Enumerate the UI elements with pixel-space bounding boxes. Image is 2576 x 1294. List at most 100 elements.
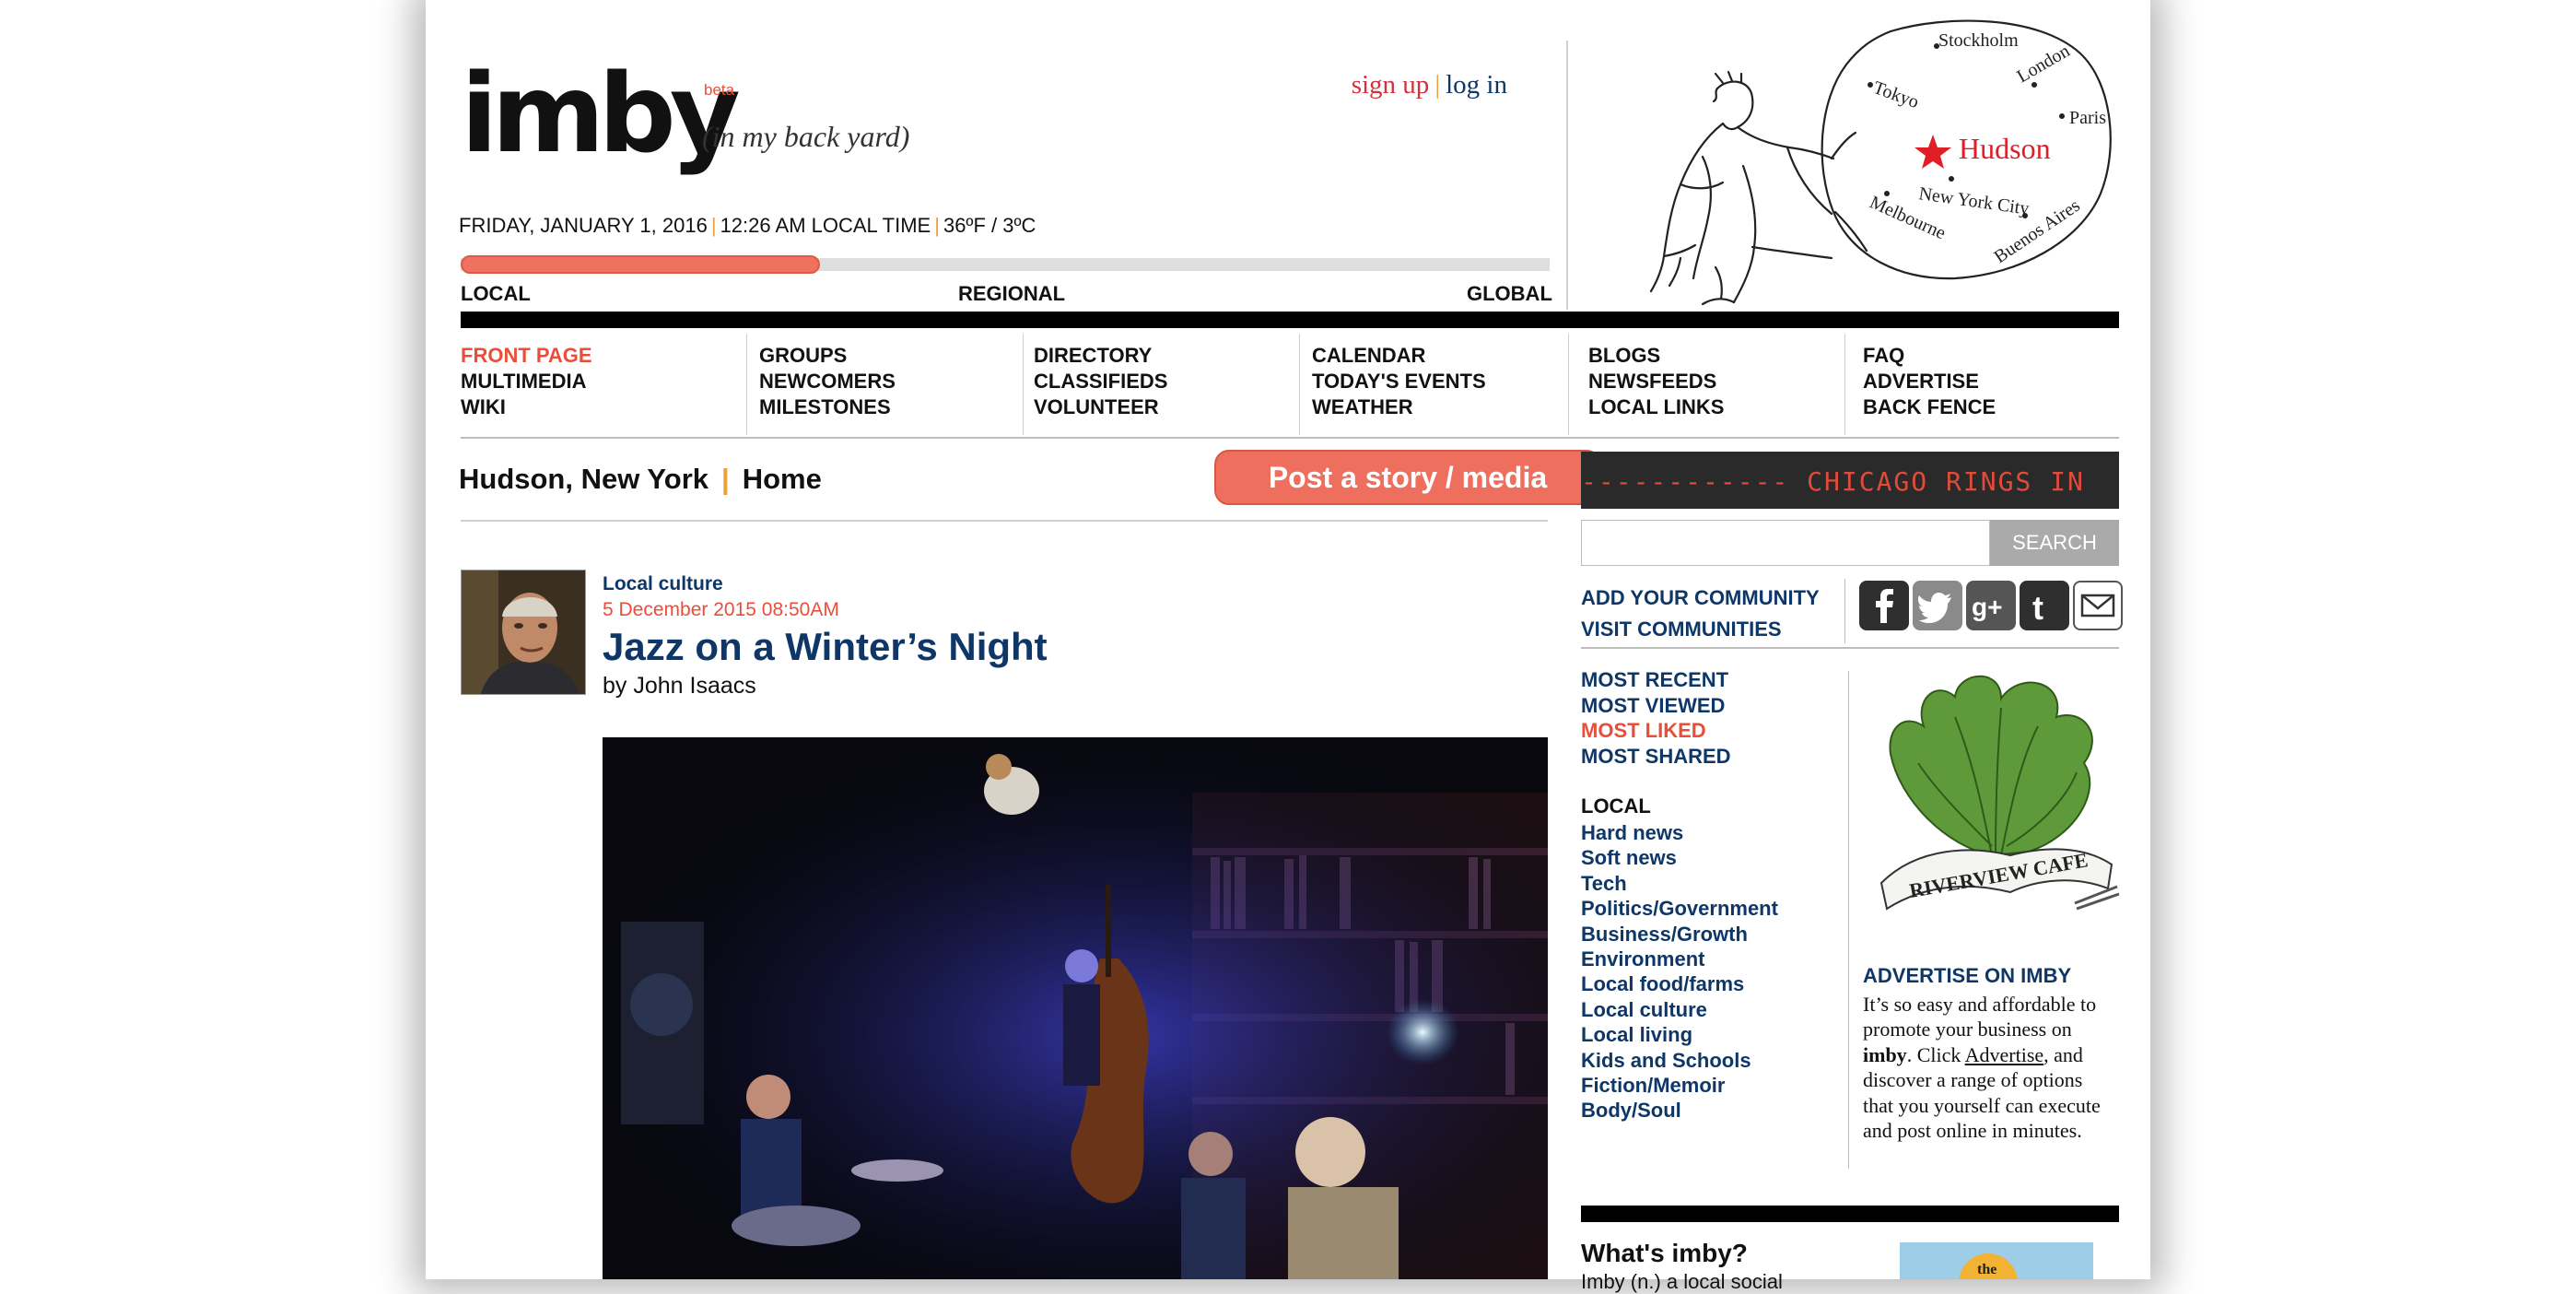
nav-column-4: CALENDAR TODAY'S EVENTS WEATHER (1312, 343, 1486, 420)
sign-up-link[interactable]: sign up (1352, 70, 1430, 100)
scope-global-label[interactable]: GLOBAL (1467, 282, 1552, 306)
category-link[interactable]: Soft news (1581, 845, 1778, 870)
map-city-stockholm: Stockholm (1938, 30, 2019, 51)
nav-separator (746, 334, 747, 435)
category-link[interactable]: Politics/Government (1581, 896, 1778, 921)
site-logo[interactable]: imby (461, 59, 741, 168)
riverview-cafe-ad-image[interactable]: RIVERVIEW CAFE (1863, 662, 2123, 938)
nav-wiki[interactable]: WIKI (461, 394, 592, 420)
local-time: 12:26 AM LOCAL TIME (720, 214, 931, 237)
advertise-heading: ADVERTISE ON IMBY (1863, 964, 2072, 987)
whats-imby-text: Imby (n.) a local social (1581, 1270, 1783, 1293)
article-photo[interactable] (603, 737, 1548, 1279)
advertise-text: It’s so easy and affordable to promote y… (1863, 993, 2101, 1143)
nav-back-fence[interactable]: BACK FENCE (1863, 394, 1996, 420)
nav-front-page[interactable]: FRONT PAGE (461, 343, 592, 369)
sort-most-recent[interactable]: MOST RECENT (1581, 667, 1731, 693)
article-category[interactable]: Local culture (603, 573, 723, 595)
nav-newsfeeds[interactable]: NEWSFEEDS (1588, 369, 1724, 394)
log-in-link[interactable]: log in (1446, 70, 1507, 100)
nav-directory[interactable]: DIRECTORY (1034, 343, 1167, 369)
nav-blogs[interactable]: BLOGS (1588, 343, 1724, 369)
breadcrumb-place[interactable]: Hudson, New York (459, 463, 708, 495)
auth-links: sign up | log in (1352, 70, 1507, 100)
nav-classifieds[interactable]: CLASSIFIEDS (1034, 369, 1167, 394)
sort-most-shared[interactable]: MOST SHARED (1581, 744, 1731, 770)
category-link[interactable]: Environment (1581, 947, 1778, 971)
nav-multimedia[interactable]: MULTIMEDIA (461, 369, 592, 394)
page-container: imby beta (in my back yard) sign up | log … (426, 0, 2150, 1293)
header-black-bar (461, 312, 2119, 328)
badge-text: the (1977, 1262, 1996, 1277)
hudson-star-icon (1914, 135, 1951, 169)
ticker-text: ------------ CHICAGO RINGS IN (1581, 466, 2085, 497)
categories-heading: LOCAL (1581, 794, 1651, 818)
add-community-link[interactable]: ADD YOUR COMMUNITY (1581, 586, 1820, 610)
nav-newcomers[interactable]: NEWCOMERS (759, 369, 896, 394)
nav-todays-events[interactable]: TODAY'S EVENTS (1312, 369, 1486, 394)
sort-list: MOST RECENT MOST VIEWED MOST LIKED MOST … (1581, 667, 1731, 769)
nav-column-2: GROUPS NEWCOMERS MILESTONES (759, 343, 896, 420)
sidebar-black-bar (1581, 1206, 2119, 1222)
map-city-hudson: Hudson (1959, 132, 2051, 165)
search-button[interactable]: SEARCH (1990, 520, 2119, 566)
nav-local-links[interactable]: LOCAL LINKS (1588, 394, 1724, 420)
beta-label: beta (704, 81, 735, 99)
article-byline: by John Isaacs (603, 673, 756, 699)
category-link[interactable]: Hard news (1581, 820, 1778, 845)
world-map-illustration[interactable]: Stockholm London Tokyo Paris New York Ci… (1614, 9, 2130, 310)
temperature: 36ºF / 3ºC (943, 214, 1036, 237)
date-time-weather: FRIDAY, JANUARY 1, 2016 | 12:26 AM LOCAL T… (459, 214, 1036, 237)
email-icon[interactable] (2073, 581, 2123, 630)
nav-column-6: FAQ ADVERTISE BACK FENCE (1863, 343, 1996, 420)
scope-slider-fill[interactable] (461, 255, 821, 274)
brand-name: imby (1863, 1042, 1907, 1066)
nav-groups[interactable]: GROUPS (759, 343, 896, 369)
map-city-paris: Paris (2069, 108, 2106, 128)
scope-regional-label[interactable]: REGIONAL (958, 282, 1065, 306)
sort-most-viewed[interactable]: MOST VIEWED (1581, 693, 1731, 719)
twitter-icon[interactable] (1913, 581, 1962, 630)
author-avatar[interactable] (461, 570, 586, 695)
nav-calendar[interactable]: CALENDAR (1312, 343, 1486, 369)
category-link[interactable]: Local living (1581, 1022, 1778, 1047)
nav-column-5: BLOGS NEWSFEEDS LOCAL LINKS (1588, 343, 1724, 420)
sidebar-divider (1848, 671, 1849, 1169)
nav-milestones[interactable]: MILESTONES (759, 394, 896, 420)
category-link[interactable]: Body/Soul (1581, 1098, 1778, 1123)
advertise-link[interactable]: Advertise (1965, 1043, 2044, 1066)
nav-separator (1023, 334, 1024, 435)
visit-communities-link[interactable]: VISIT COMMUNITIES (1581, 618, 1782, 641)
category-link[interactable]: Fiction/Memoir (1581, 1073, 1778, 1098)
category-link[interactable]: Kids and Schools (1581, 1048, 1778, 1073)
scope-slider[interactable] (461, 255, 1550, 274)
scope-local-label[interactable]: LOCAL (461, 282, 531, 306)
category-link[interactable]: Tech (1581, 871, 1778, 896)
nav-column-3: DIRECTORY CLASSIFIEDS VOLUNTEER (1034, 343, 1167, 420)
the-badge-image[interactable]: the (1900, 1242, 2093, 1279)
breadcrumb-section[interactable]: Home (743, 463, 822, 495)
map-city-london: London (2014, 41, 2074, 87)
news-ticker[interactable]: ------------ CHICAGO RINGS IN (1581, 452, 2119, 509)
nav-weather[interactable]: WEATHER (1312, 394, 1486, 420)
nav-separator (1568, 334, 1569, 435)
category-link[interactable]: Business/Growth (1581, 922, 1778, 947)
tumblr-icon[interactable]: t (2020, 581, 2069, 630)
category-link[interactable]: Local culture (1581, 997, 1778, 1022)
svg-text:g+: g+ (1972, 593, 2002, 621)
post-story-button[interactable]: Post a story / media (1214, 450, 1601, 505)
nav-advertise[interactable]: ADVERTISE (1863, 369, 1996, 394)
map-city-nyc: New York City (1917, 183, 2030, 219)
google-plus-icon[interactable]: g+ (1966, 581, 2016, 630)
nav-faq[interactable]: FAQ (1863, 343, 1996, 369)
site-tagline: (in my back yard) (702, 120, 910, 153)
category-list: Hard news Soft news Tech Politics/Governmen… (1581, 820, 1778, 1123)
main-rule (461, 520, 1548, 522)
nav-volunteer[interactable]: VOLUNTEER (1034, 394, 1167, 420)
category-link[interactable]: Local food/farms (1581, 971, 1778, 996)
search-input[interactable] (1581, 520, 1990, 566)
article-title[interactable]: Jazz on a Winter’s Night (603, 625, 1048, 669)
header-divider (1566, 41, 1568, 310)
facebook-icon[interactable] (1859, 581, 1909, 630)
sort-most-liked[interactable]: MOST LIKED (1581, 718, 1731, 744)
